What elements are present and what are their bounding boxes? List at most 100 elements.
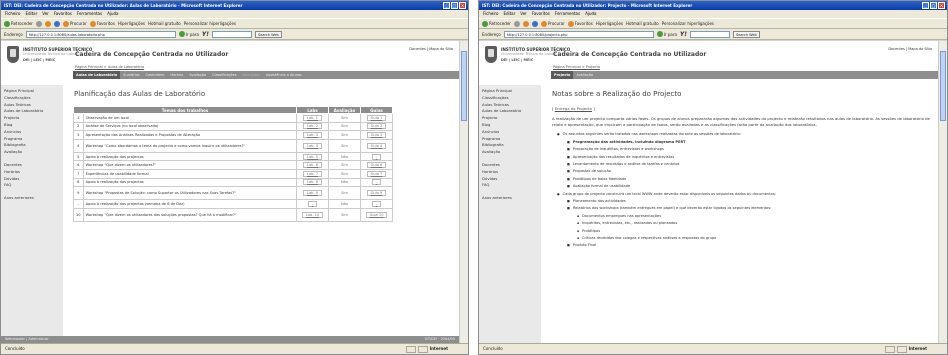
links-label[interactable]: Hiperligações xyxy=(118,21,145,26)
close-button[interactable]: × xyxy=(459,2,466,9)
tab-inscricoes[interactable]: Inscrições xyxy=(240,71,263,79)
sidebar-item[interactable]: Docentes xyxy=(482,162,538,169)
sidebar-item[interactable]: Anos anteriores xyxy=(4,195,60,202)
lab-link[interactable]: Lab. 5 xyxy=(302,153,323,160)
sidebar-item[interactable]: Página Principal xyxy=(4,88,60,95)
footer-links[interactable]: Webmaster | Administrar xyxy=(5,336,49,343)
forward-button[interactable] xyxy=(35,20,42,27)
lab-link[interactable]: Lab. 7 xyxy=(302,170,323,177)
menu-file[interactable]: Ficheiro xyxy=(5,10,20,18)
address-input[interactable]: http://127.0.0.1:8080/projecto.php xyxy=(503,30,654,38)
lab-link[interactable]: Lab. 9 xyxy=(302,190,323,197)
minimize-button[interactable]: _ xyxy=(443,2,450,9)
maximize-button[interactable]: □ xyxy=(930,2,937,9)
home-button[interactable] xyxy=(53,20,60,27)
tab-classificacoes[interactable]: Classificações xyxy=(209,71,240,79)
search-button[interactable]: Procurar xyxy=(540,20,565,27)
sidebar-item[interactable]: FAQ xyxy=(482,182,538,189)
sidebar-item[interactable]: Anúncios xyxy=(4,129,60,136)
menu-view[interactable]: Ver xyxy=(42,10,49,18)
vertical-scrollbar[interactable] xyxy=(938,41,947,343)
favorites-button[interactable]: Favoritos xyxy=(567,20,593,27)
sidebar-item[interactable]: Classificações xyxy=(4,95,60,102)
menu-tools[interactable]: Ferramentas xyxy=(77,10,102,18)
sidebar-item[interactable]: Aulas Teóricas xyxy=(482,102,538,109)
sidebar-item[interactable]: Avaliação xyxy=(4,149,60,156)
sidebar-item[interactable]: Anos anteriores xyxy=(482,195,538,202)
guia-link[interactable]: Guia 3 xyxy=(366,131,387,138)
sidebar-item[interactable]: Dúvidas xyxy=(482,176,538,183)
sidebar-item[interactable]: Bibliografia xyxy=(482,142,538,149)
favorites-button[interactable]: Favoritos xyxy=(89,20,115,27)
personalize-link[interactable]: Personalizar hiperligações xyxy=(184,21,236,26)
sidebar-item[interactable]: Aulas Teóricas xyxy=(4,102,60,109)
guia-link[interactable]: Guia 2 xyxy=(366,123,387,130)
lab-link[interactable]: Lab. 8 xyxy=(302,179,323,186)
sidebar-item[interactable]: Aulas de Laboratório xyxy=(4,108,60,115)
yahoo-search-input[interactable] xyxy=(690,30,731,38)
personalize-link[interactable]: Personalizar hiperligações xyxy=(662,21,714,26)
scroll-thumb[interactable] xyxy=(940,51,946,121)
menu-help[interactable]: Ajuda xyxy=(585,10,596,18)
entrega-link[interactable]: Entrega do Projecto xyxy=(555,106,592,111)
menu-edit[interactable]: Editar xyxy=(25,10,37,18)
tab-calendario[interactable]: Calendário xyxy=(143,71,168,79)
lab-link[interactable]: Lab. 1 xyxy=(302,114,323,121)
breadcrumb[interactable]: Página Principal > Aulas de Laboratório xyxy=(75,65,144,69)
sidebar-item[interactable]: Docentes xyxy=(4,162,60,169)
go-button[interactable]: Ir para xyxy=(656,31,677,37)
lab-link[interactable]: Lab. 2 xyxy=(302,123,323,130)
sidebar-item[interactable]: Horários xyxy=(4,169,60,176)
stop-button[interactable] xyxy=(44,20,51,27)
home-button[interactable] xyxy=(531,20,538,27)
sidebar-item[interactable]: Bibliografia xyxy=(4,142,60,149)
guia-link[interactable]: - xyxy=(371,200,382,207)
sidebar-item[interactable]: Blog xyxy=(4,122,60,129)
scroll-thumb[interactable] xyxy=(461,51,467,121)
go-button[interactable]: Ir para xyxy=(178,31,199,37)
search-button[interactable]: Procurar xyxy=(62,20,87,27)
tab-horario[interactable]: Horário xyxy=(167,71,186,79)
lab-link[interactable]: Lab. 4 xyxy=(302,142,323,149)
back-button[interactable]: Retroceder xyxy=(482,20,511,27)
guia-link[interactable]: Guia 7 xyxy=(366,170,387,177)
tab-avaliacao[interactable]: Avaliação xyxy=(573,71,596,79)
tab-assistencia[interactable]: Assistência a Alunos xyxy=(263,71,305,79)
search-web-button[interactable]: Search Web xyxy=(733,30,760,38)
hotmail-link[interactable]: Hotmail gratuito xyxy=(626,21,659,26)
guia-link[interactable]: Guia 6 xyxy=(366,162,387,169)
sidebar-item[interactable]: Programa xyxy=(482,136,538,143)
lab-link[interactable]: Lab. 3 xyxy=(302,131,323,138)
sidebar-item[interactable]: Página Principal xyxy=(482,88,538,95)
back-button[interactable]: Retroceder xyxy=(4,20,33,27)
guia-link[interactable]: Guia 10 xyxy=(365,211,388,218)
tab-avaliacao[interactable]: Avaliação xyxy=(186,71,209,79)
search-web-button[interactable]: Search Web xyxy=(255,30,282,38)
guia-link[interactable]: Guia 9 xyxy=(366,190,387,197)
sidebar-item[interactable]: Projecto xyxy=(4,115,60,122)
guia-link[interactable]: Guia 1 xyxy=(366,114,387,121)
menu-favorites[interactable]: Favoritos xyxy=(54,10,72,18)
tab-projecto[interactable]: Projecto xyxy=(551,71,574,79)
sidebar-item[interactable]: Blog xyxy=(482,122,538,129)
tab-aulas-laboratorio[interactable]: Aulas de Laboratório xyxy=(73,71,121,79)
hotmail-link[interactable]: Hotmail gratuito xyxy=(148,21,181,26)
tab-sumarios[interactable]: Sumários xyxy=(120,71,142,79)
maximize-button[interactable]: □ xyxy=(451,2,458,9)
sidebar-item[interactable]: FAQ xyxy=(4,182,60,189)
lab-link[interactable]: Lab. 6 xyxy=(302,162,323,169)
vertical-scrollbar[interactable] xyxy=(459,41,468,343)
stop-button[interactable] xyxy=(522,20,529,27)
breadcrumb[interactable]: Página Principal > Projecto xyxy=(553,65,600,69)
sidebar-item[interactable]: Dúvidas xyxy=(4,176,60,183)
menu-view[interactable]: Ver xyxy=(520,10,527,18)
close-button[interactable]: × xyxy=(938,2,945,9)
menu-edit[interactable]: Editar xyxy=(503,10,515,18)
menu-favorites[interactable]: Favoritos xyxy=(532,10,550,18)
lab-link[interactable]: - xyxy=(307,200,318,207)
address-input[interactable]: http://127.0.0.1:8080/aulas-laboratorio.… xyxy=(25,30,176,38)
guia-link[interactable]: Guia 4 xyxy=(366,142,387,149)
sidebar-item[interactable]: Aulas de Laboratório xyxy=(482,108,538,115)
guia-link[interactable]: - xyxy=(371,153,382,160)
menu-file[interactable]: Ficheiro xyxy=(483,10,498,18)
